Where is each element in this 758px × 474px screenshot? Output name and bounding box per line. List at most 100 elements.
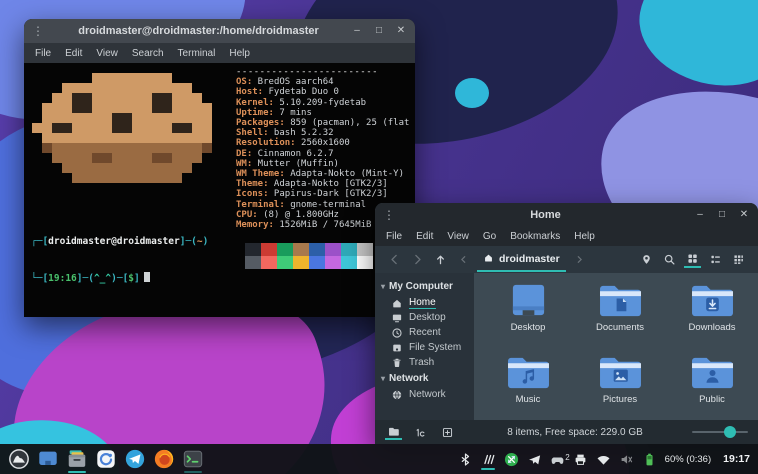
audio-muted-tray-icon[interactable] xyxy=(619,452,634,467)
compact-view-button[interactable] xyxy=(730,251,747,268)
fm-menu-help[interactable]: Help xyxy=(567,229,602,244)
file-downloads[interactable]: Downloads xyxy=(666,281,758,353)
fm-menu-edit[interactable]: Edit xyxy=(409,229,440,244)
art-pixel xyxy=(212,123,222,133)
gestures-tray-icon[interactable] xyxy=(481,452,496,467)
art-pixel xyxy=(182,153,192,163)
art-pixel xyxy=(162,143,172,153)
file-manager-content[interactable]: DesktopDocumentsDownloadsMusicPicturesPu… xyxy=(474,273,758,420)
file-desktop[interactable]: Desktop xyxy=(482,281,574,353)
folder-downloads-icon xyxy=(689,281,736,320)
terminal-body[interactable]: ------------------------OS: BredOS aarch… xyxy=(24,63,415,317)
terminal-menu-search[interactable]: Search xyxy=(125,46,171,61)
zoom-slider-knob[interactable] xyxy=(724,426,736,438)
search-button[interactable] xyxy=(661,251,678,268)
terminal-menu-view[interactable]: View xyxy=(89,46,125,61)
sidebar-item-network[interactable]: Network xyxy=(375,387,474,402)
breadcrumb[interactable]: droidmaster xyxy=(477,248,566,272)
file-manager-titlebar[interactable]: ⋮ Home – □ ✕ xyxy=(375,203,758,227)
prompt-segment: droidmaster@droidmaster xyxy=(48,236,180,247)
art-pixel xyxy=(202,173,212,183)
wifi-tray-icon[interactable] xyxy=(596,452,611,467)
launcher-taskbar-icon[interactable] xyxy=(8,448,30,470)
art-pixel xyxy=(132,83,142,93)
close-button[interactable]: ✕ xyxy=(395,26,407,36)
art-pixel xyxy=(42,93,52,103)
battery-indicator[interactable] xyxy=(642,452,657,467)
sidebar-section-my-computer[interactable]: ▾My Computer xyxy=(375,278,474,295)
art-pixel xyxy=(202,163,212,173)
sidebar-item-home[interactable]: Home xyxy=(375,295,474,310)
sidebar-item-desktop[interactable]: Desktop xyxy=(375,310,474,325)
fm-menu-go[interactable]: Go xyxy=(476,229,503,244)
file-documents[interactable]: Documents xyxy=(574,281,666,353)
breadcrumb-scroll-left[interactable] xyxy=(455,251,472,268)
art-pixel xyxy=(182,133,192,143)
sidebar-section-network[interactable]: ▾Network xyxy=(375,370,474,387)
expander-toggle[interactable] xyxy=(439,424,456,440)
telegram-taskbar-icon[interactable] xyxy=(124,448,146,470)
list-view-button[interactable] xyxy=(707,251,724,268)
grid-view-button[interactable] xyxy=(684,251,701,268)
system-tray: 260% (0:36)19:17 xyxy=(458,452,750,467)
firefox-taskbar-icon[interactable] xyxy=(153,448,175,470)
art-pixel xyxy=(162,103,172,113)
file-public[interactable]: Public xyxy=(666,353,758,425)
close-button[interactable]: ✕ xyxy=(738,210,750,220)
sidebar-section-label: Network xyxy=(389,373,428,384)
terminal-titlebar[interactable]: ⋮ droidmaster@droidmaster:/home/droidmas… xyxy=(24,19,415,43)
file-pictures[interactable]: Pictures xyxy=(574,353,666,425)
art-pixel xyxy=(222,73,232,83)
running-indicator xyxy=(68,471,86,473)
art-pixel xyxy=(172,83,182,93)
breadcrumb-scroll-right[interactable] xyxy=(571,251,588,268)
sidebar-places-toggle[interactable] xyxy=(385,424,402,440)
location-toggle-button[interactable] xyxy=(638,251,655,268)
show-desktop-taskbar-icon[interactable] xyxy=(37,448,59,470)
palette-swatch xyxy=(309,256,325,269)
art-pixel xyxy=(82,133,92,143)
forward-button[interactable] xyxy=(409,251,426,268)
terminal-menu-file[interactable]: File xyxy=(28,46,58,61)
printer-tray-icon[interactable] xyxy=(573,452,588,467)
sidebar-item-file-system[interactable]: File System xyxy=(375,340,474,355)
zoom-slider[interactable] xyxy=(692,425,748,439)
terminal-taskbar-icon[interactable] xyxy=(182,448,204,470)
network-icon xyxy=(391,389,403,401)
up-button[interactable] xyxy=(432,251,449,268)
sidebar-treeview-toggle[interactable] xyxy=(412,424,429,440)
art-pixel xyxy=(102,133,112,143)
art-pixel xyxy=(32,123,42,133)
terminal-menu-edit[interactable]: Edit xyxy=(58,46,89,61)
sidebar-item-recent[interactable]: Recent xyxy=(375,325,474,340)
clock[interactable]: 19:17 xyxy=(723,453,750,465)
bluetooth-tray-icon[interactable] xyxy=(458,452,473,467)
terminal-menu-terminal[interactable]: Terminal xyxy=(171,46,223,61)
file-manager-taskbar-icon[interactable] xyxy=(66,448,88,470)
art-pixel xyxy=(102,163,112,173)
art-pixel xyxy=(32,153,42,163)
maximize-button[interactable]: □ xyxy=(716,210,728,220)
fm-menu-view[interactable]: View xyxy=(440,229,476,244)
window-menu-icon[interactable]: ⋮ xyxy=(383,208,397,222)
file-music[interactable]: Music xyxy=(482,353,574,425)
art-pixel xyxy=(212,83,222,93)
back-button[interactable] xyxy=(386,251,403,268)
fm-menu-bookmarks[interactable]: Bookmarks xyxy=(503,229,567,244)
art-pixel xyxy=(212,113,222,123)
palette-swatch xyxy=(277,243,293,256)
art-pixel xyxy=(192,123,202,133)
controller-tray-icon[interactable]: 2 xyxy=(550,452,565,467)
fm-menu-file[interactable]: File xyxy=(379,229,409,244)
neofetch-label: Theme: xyxy=(236,179,269,189)
sync-tray-icon[interactable] xyxy=(504,452,519,467)
telegram-tray-tray-icon[interactable] xyxy=(527,452,542,467)
software-taskbar-icon[interactable] xyxy=(95,448,117,470)
minimize-button[interactable]: – xyxy=(351,26,363,36)
maximize-button[interactable]: □ xyxy=(373,26,385,36)
minimize-button[interactable]: – xyxy=(694,210,706,220)
sidebar-item-trash[interactable]: Trash xyxy=(375,355,474,370)
terminal-menu-help[interactable]: Help xyxy=(222,46,257,61)
art-pixel xyxy=(122,113,132,123)
window-menu-icon[interactable]: ⋮ xyxy=(32,24,46,38)
